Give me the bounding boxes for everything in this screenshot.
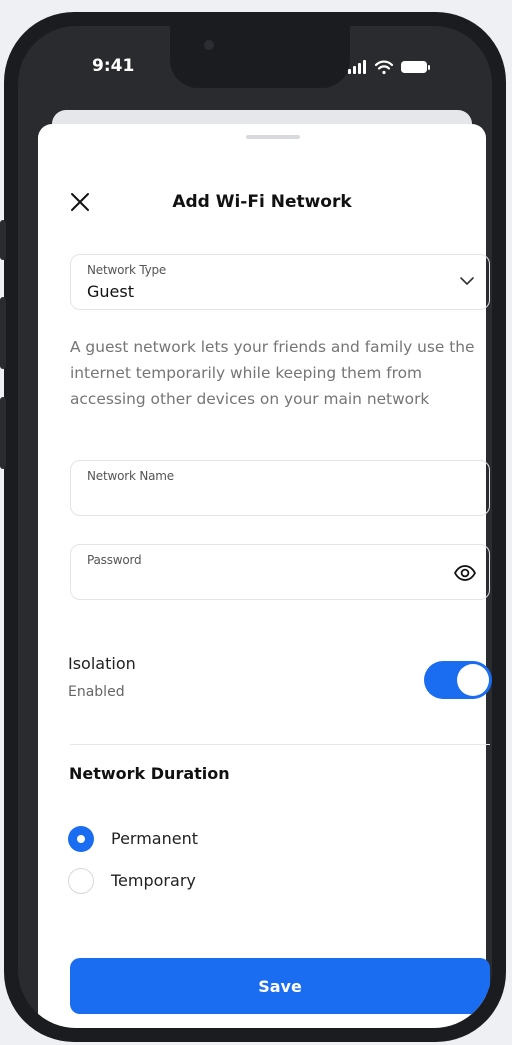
radio-temporary-label: Temporary xyxy=(111,871,196,890)
network-type-description: A guest network lets your friends and fa… xyxy=(70,338,475,408)
save-button[interactable]: Save xyxy=(70,958,490,1014)
toggle-knob xyxy=(457,664,489,696)
volume-down-button xyxy=(0,397,6,469)
network-type-select[interactable]: Network Type Guest xyxy=(70,254,490,310)
chevron-down-icon xyxy=(460,277,474,285)
network-name-label: Network Name xyxy=(87,469,174,483)
isolation-toggle[interactable] xyxy=(424,661,492,699)
network-type-value: Guest xyxy=(87,282,134,301)
sheet-grabber[interactable] xyxy=(246,135,300,139)
network-duration-title: Network Duration xyxy=(69,764,230,783)
battery-icon xyxy=(401,61,430,73)
phone-screen: 9:41 Add Wi-Fi Network Network Type Gues… xyxy=(18,26,492,1028)
password-field[interactable]: Password xyxy=(70,544,490,600)
volume-up-button xyxy=(0,297,6,369)
page-title: Add Wi-Fi Network xyxy=(172,192,352,212)
wifi-icon xyxy=(374,60,394,75)
radio-selected-icon xyxy=(68,826,94,852)
isolation-status: Enabled xyxy=(68,684,125,700)
divider xyxy=(70,744,490,745)
camera xyxy=(204,40,214,50)
isolation-label: Isolation xyxy=(68,654,136,673)
radio-unselected-icon xyxy=(68,868,94,894)
signal-icon xyxy=(348,60,366,74)
password-label: Password xyxy=(87,553,142,567)
radio-permanent[interactable]: Permanent xyxy=(68,826,368,854)
status-icons xyxy=(348,60,430,75)
dynamic-island xyxy=(170,26,350,88)
phone-frame: 9:41 Add Wi-Fi Network Network Type Gues… xyxy=(0,12,506,1042)
radio-temporary[interactable]: Temporary xyxy=(68,868,368,896)
status-time: 9:41 xyxy=(92,56,135,76)
mute-switch xyxy=(0,220,6,260)
network-name-field[interactable]: Network Name xyxy=(70,460,490,516)
eye-icon[interactable] xyxy=(453,561,477,585)
add-wifi-sheet: Add Wi-Fi Network Network Type Guest A g… xyxy=(38,124,492,1028)
radio-permanent-label: Permanent xyxy=(111,829,199,848)
network-type-label: Network Type xyxy=(87,263,167,277)
